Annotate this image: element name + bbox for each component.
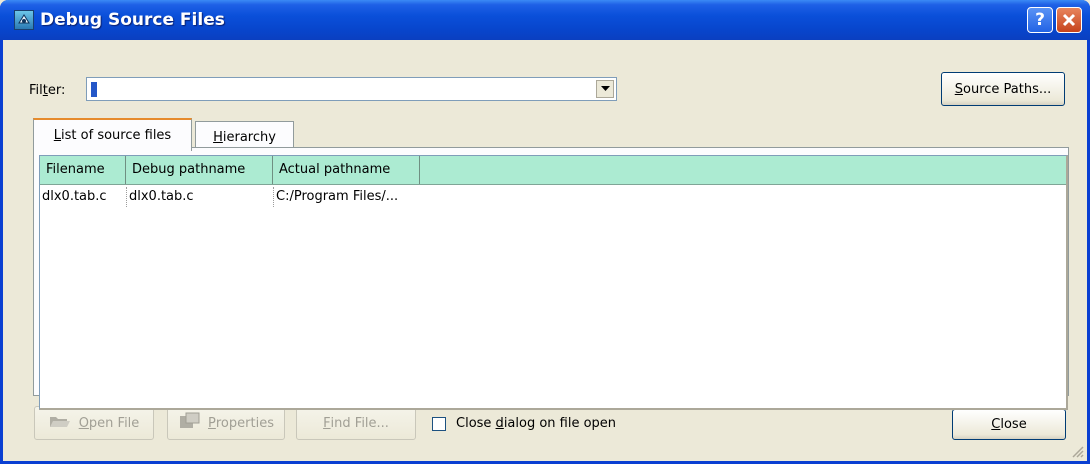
find-file-button[interactable]: Find File... (296, 406, 416, 440)
dialog-window: Debug Source Files ? Filter: Source Path… (0, 0, 1090, 464)
close-icon (1062, 13, 1076, 27)
filter-label: Filter: (29, 83, 66, 98)
filter-combobox[interactable] (86, 77, 617, 101)
help-button[interactable]: ? (1027, 7, 1053, 33)
open-file-button[interactable]: Open File (34, 406, 154, 440)
table-row[interactable]: dlx0.tab.c dlx0.tab.c C:/Program Files/.… (40, 187, 1066, 207)
close-button[interactable]: Close (952, 409, 1066, 440)
column-header-filename[interactable]: Filename (40, 156, 126, 184)
source-files-list[interactable]: Filename Debug pathname Actual pathname … (39, 155, 1068, 410)
column-header-actual-pathname[interactable]: Actual pathname (273, 156, 420, 184)
table-header: Filename Debug pathname Actual pathname (40, 156, 1066, 185)
cell-actual-pathname: C:/Program Files/... (273, 187, 433, 207)
cell-filename: dlx0.tab.c (42, 189, 107, 204)
close-window-button[interactable] (1056, 7, 1082, 33)
properties-button[interactable]: Properties (167, 406, 285, 440)
open-folder-icon (49, 413, 71, 433)
source-paths-button[interactable]: Source Paths... (941, 72, 1065, 106)
window-title: Debug Source Files (40, 10, 225, 30)
tab-list-of-source-files[interactable]: List of source files (33, 118, 192, 151)
text-caret (91, 82, 97, 97)
close-dialog-on-open-label[interactable]: Close dialog on file open (456, 416, 616, 431)
column-header-debug-pathname[interactable]: Debug pathname (126, 156, 273, 184)
cell-debug-pathname: dlx0.tab.c (126, 187, 273, 207)
chevron-down-icon (600, 86, 610, 91)
close-dialog-on-open-checkbox[interactable] (432, 417, 446, 431)
title-bar[interactable]: Debug Source Files ? (0, 0, 1090, 40)
properties-icon (178, 412, 200, 434)
app-icon (14, 10, 34, 30)
filter-dropdown-button[interactable] (596, 80, 614, 98)
resize-grip-icon[interactable] (1070, 444, 1084, 458)
